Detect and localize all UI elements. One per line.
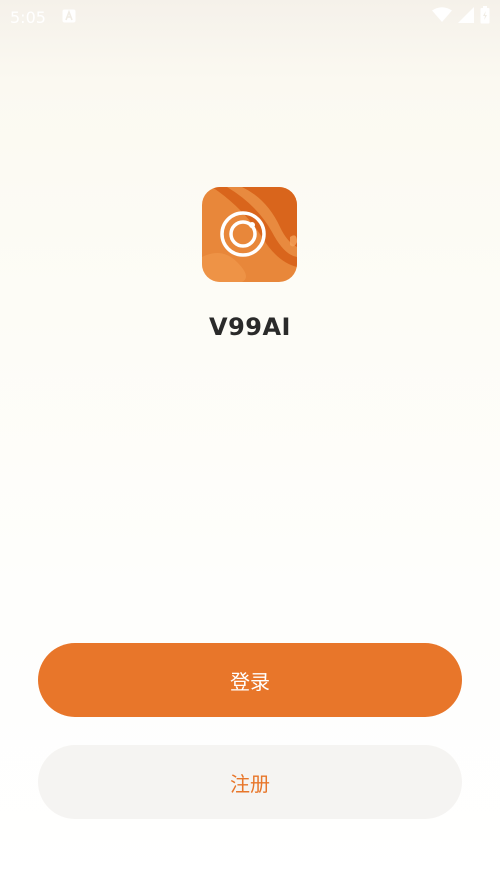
status-left: 5:05 bbox=[10, 8, 76, 27]
status-right bbox=[432, 6, 490, 28]
status-bar: 5:05 bbox=[0, 0, 500, 34]
register-button-label: 注册 bbox=[230, 771, 270, 796]
battery-icon bbox=[480, 6, 490, 28]
login-button-label: 登录 bbox=[230, 669, 270, 694]
status-time: 5:05 bbox=[10, 7, 46, 27]
notification-a-icon bbox=[62, 8, 76, 27]
camera-lens-logo-icon bbox=[202, 187, 297, 282]
login-button[interactable]: 登录 bbox=[38, 643, 462, 717]
app-logo bbox=[202, 187, 297, 282]
app-name: V99AI bbox=[209, 313, 291, 341]
cellular-signal-icon bbox=[458, 7, 474, 27]
register-button[interactable]: 注册 bbox=[38, 745, 462, 819]
wifi-icon bbox=[432, 7, 452, 27]
